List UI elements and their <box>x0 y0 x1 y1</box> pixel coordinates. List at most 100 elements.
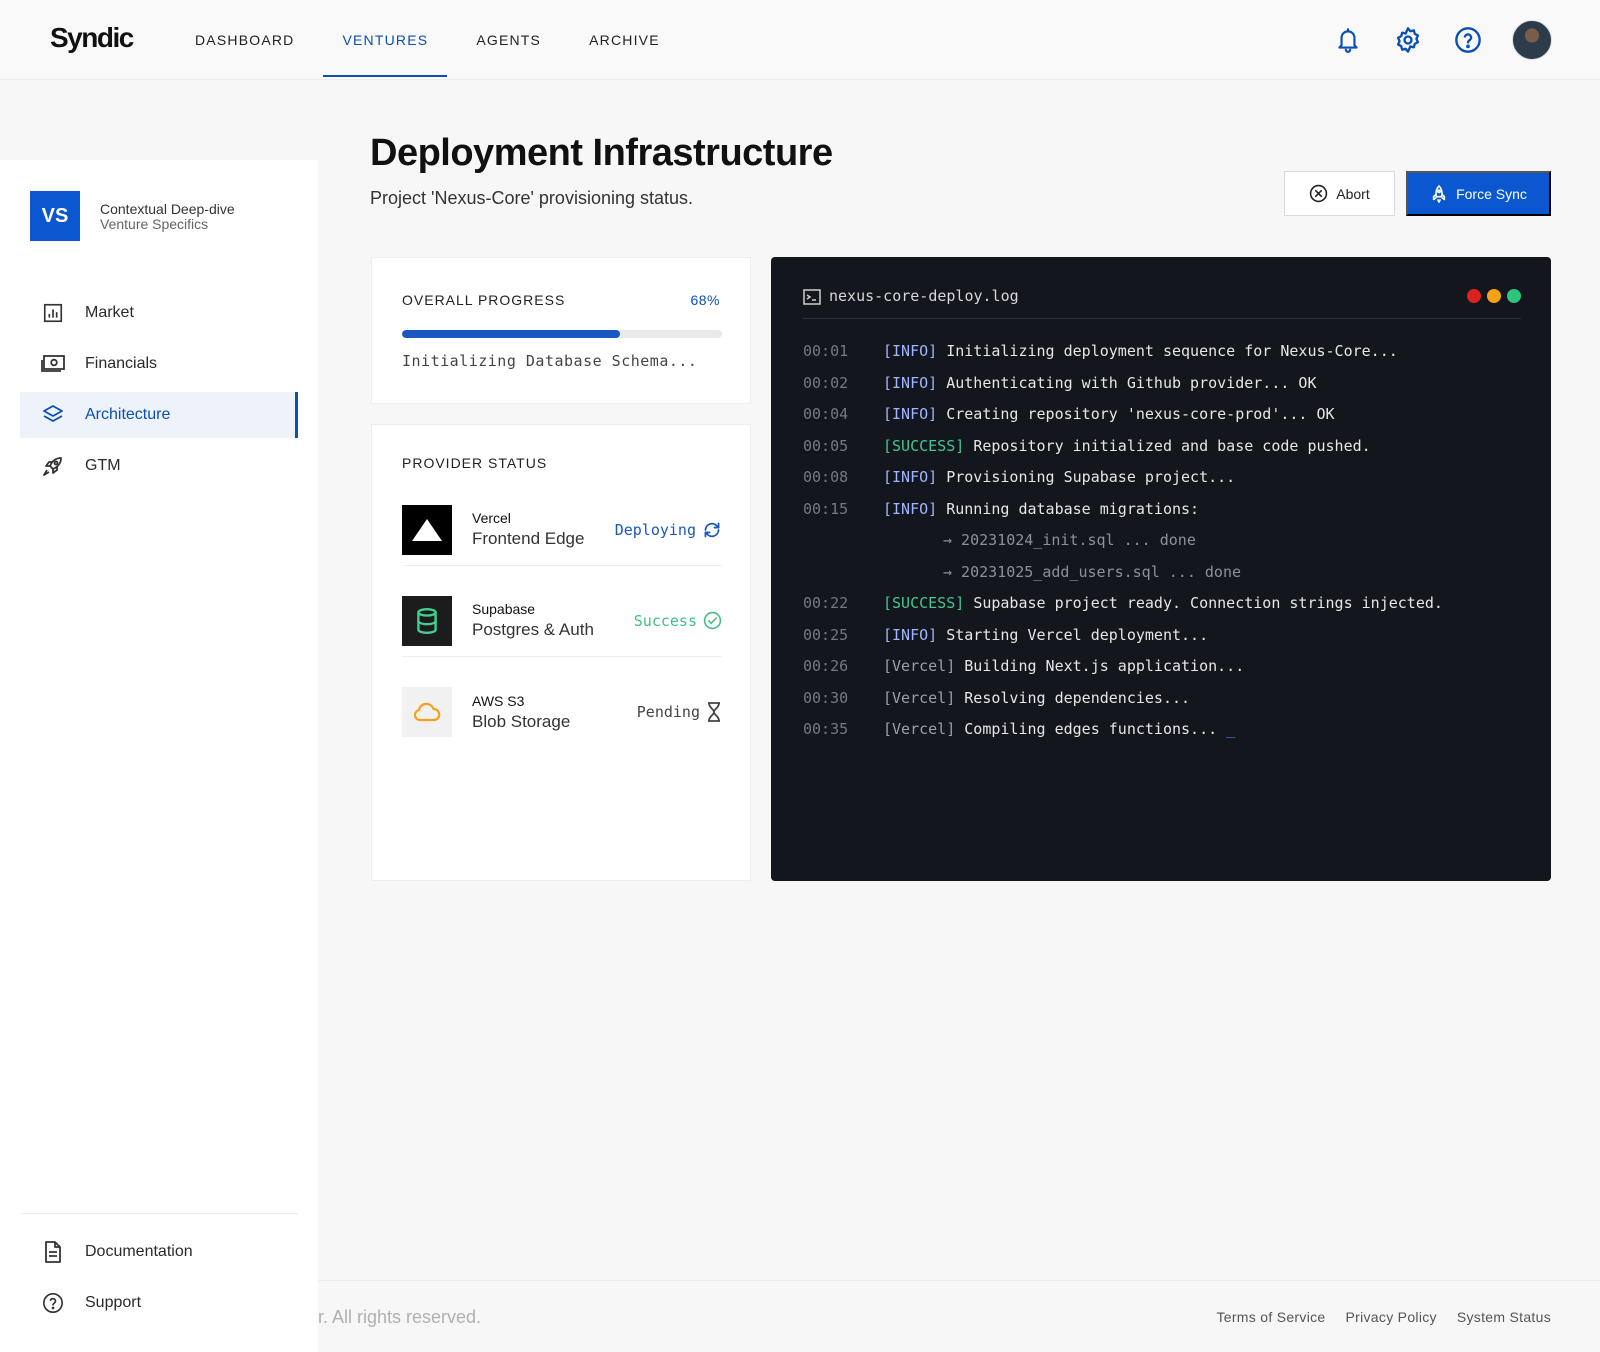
log-message: Supabase project ready. Connection strin… <box>973 594 1443 612</box>
context-title: Contextual Deep-dive <box>100 201 235 217</box>
provider-description: Frontend Edge <box>472 529 585 548</box>
progress-percent: 68% <box>690 292 720 308</box>
sidebar-item-label: Financials <box>85 355 158 372</box>
log-timestamp <box>803 563 883 595</box>
log-line: 00:15 [INFO] Running database migrations: <box>803 500 1443 532</box>
dot-red[interactable] <box>1467 289 1481 303</box>
top-bar: Syndic DASHBOARD VENTURES AGENTS ARCHIVE <box>0 0 1600 80</box>
sync-icon <box>704 522 720 537</box>
dot-yellow[interactable] <box>1487 289 1501 303</box>
log-tag: [SUCCESS] <box>883 436 965 455</box>
sidebar-item-market[interactable]: Market <box>20 290 298 336</box>
privacy-link[interactable]: Privacy Policy <box>1346 1309 1437 1325</box>
provider-name: Vercel <box>472 510 511 526</box>
log-message: → 20231025_add_users.sql ... done <box>943 562 1242 581</box>
sidebar-item-label: Market <box>85 304 134 321</box>
provider-state: Success <box>634 611 722 630</box>
header-actions <box>1308 20 1552 60</box>
bell-icon[interactable] <box>1328 20 1368 60</box>
log-line: → 20231024_init.sql ... done <box>803 531 1443 563</box>
terminal-header: nexus-core-deploy.log <box>803 287 1521 319</box>
sidebar-item-label: Architecture <box>85 406 171 423</box>
log-line: 00:30 [Vercel] Resolving dependencies... <box>803 689 1443 721</box>
log-tag: [INFO] <box>883 625 938 644</box>
log-tag: [INFO] <box>883 405 938 423</box>
log-timestamp: 00:25 <box>803 625 849 644</box>
page-subtitle: Project 'Nexus-Core' provisioning status… <box>370 188 694 208</box>
app-logo[interactable]: Syndic <box>50 22 134 54</box>
terminal-cursor: _ <box>1226 720 1236 738</box>
log-tag: [Vercel] <box>883 720 956 738</box>
gear-icon[interactable] <box>1388 20 1428 60</box>
help-icon <box>40 1290 66 1316</box>
provider-state-label: Pending <box>636 703 700 721</box>
abort-button[interactable]: Abort <box>1284 171 1395 216</box>
deploy-log-terminal[interactable]: nexus-core-deploy.log 00:01 [INFO] Initia… <box>771 257 1551 881</box>
progress-status: Initializing Database Schema... <box>402 352 698 370</box>
window-dots <box>1461 289 1521 303</box>
footer: r. All rights reserved. Terms of Service… <box>318 1280 1600 1352</box>
log-message: Creating repository 'nexus-core-prod'...… <box>946 405 1335 423</box>
provider-state: Deploying <box>615 521 722 539</box>
log-timestamp: 00:04 <box>803 405 849 423</box>
log-line: 00:08 [INFO] Provisioning Supabase projec… <box>803 468 1443 500</box>
log-tag: [Vercel] <box>883 657 956 675</box>
rocket-icon <box>40 453 66 479</box>
sidebar-item-gtm[interactable]: GTM <box>20 443 298 489</box>
log-timestamp: 00:26 <box>803 657 849 675</box>
vercel-logo-icon <box>402 504 452 555</box>
sidebar-item-label: Support <box>85 1294 142 1311</box>
dot-green[interactable] <box>1507 289 1521 303</box>
log-tag: [SUCCESS] <box>883 594 965 612</box>
sidebar-item-financials[interactable]: Financials <box>20 341 298 387</box>
log-timestamp: 00:15 <box>803 499 849 518</box>
nav-ventures[interactable]: VENTURES <box>323 0 448 80</box>
provider-state: Pending <box>637 702 722 722</box>
log-tag: [INFO] <box>883 499 938 518</box>
main-nav: DASHBOARD VENTURES AGENTS ARCHIVE <box>176 0 689 80</box>
sidebar-footer: Documentation Support <box>20 1213 298 1331</box>
user-avatar[interactable] <box>1512 20 1552 60</box>
sidebar-item-architecture[interactable]: Architecture <box>20 392 298 438</box>
provider-state-label: Deploying <box>614 520 696 539</box>
log-line: 00:35 [Vercel] Compiling edges functions.… <box>803 720 1443 752</box>
log-line: 00:05 [SUCCESS] Repository initialized an… <box>803 437 1443 469</box>
nav-dashboard[interactable]: DASHBOARD <box>176 0 313 80</box>
log-tag: [INFO] <box>883 468 938 486</box>
provider-name: AWS S3 <box>472 692 525 709</box>
log-timestamp: 00:01 <box>803 342 849 360</box>
provider-state-label: Success <box>633 611 697 630</box>
nav-agents[interactable]: AGENTS <box>457 0 560 80</box>
cash-icon <box>40 351 66 377</box>
progress-bar-fill <box>402 330 620 338</box>
force-sync-button[interactable]: Force Sync <box>1406 171 1551 216</box>
bar-chart-icon <box>40 300 66 326</box>
nav-archive[interactable]: ARCHIVE <box>570 0 679 80</box>
layers-icon <box>40 402 66 428</box>
log-line: 00:04 [INFO] Creating repository 'nexus-c… <box>803 405 1443 437</box>
help-icon[interactable] <box>1448 20 1488 60</box>
terms-link[interactable]: Terms of Service <box>1216 1309 1325 1325</box>
log-timestamp: 00:22 <box>803 594 849 612</box>
footer-links: Terms of Service Privacy Policy System S… <box>1196 1309 1551 1325</box>
system-status-link[interactable]: System Status <box>1457 1309 1551 1325</box>
sidebar-item-documentation[interactable]: Documentation <box>20 1229 298 1275</box>
log-message: Building Next.js application... <box>964 657 1245 675</box>
sidebar-item-label: GTM <box>85 457 121 474</box>
provider-row-vercel: Vercel Frontend Edge Deploying <box>402 494 722 566</box>
log-line: 00:02 [INFO] Authenticating with Github p… <box>803 374 1443 406</box>
log-timestamp: 00:02 <box>803 373 849 392</box>
log-message: → 20231024_init.sql ... done <box>943 531 1196 549</box>
log-timestamp: 00:30 <box>803 688 849 707</box>
provider-status-card: PROVIDER STATUS Vercel Frontend Edge Dep… <box>371 424 751 881</box>
sidebar-item-support[interactable]: Support <box>20 1280 298 1326</box>
log-timestamp <box>803 531 883 563</box>
rocket-icon <box>1432 184 1446 203</box>
terminal-icon <box>803 289 821 305</box>
log-line: 00:26 [Vercel] Building Next.js applicati… <box>803 657 1443 689</box>
log-filename: nexus-core-deploy.log <box>829 287 1019 305</box>
abort-label: Abort <box>1336 185 1370 202</box>
log-message: Authenticating with Github provider... O… <box>946 373 1317 392</box>
progress-bar <box>402 330 722 338</box>
context-subtitle: Venture Specifics <box>100 216 209 232</box>
